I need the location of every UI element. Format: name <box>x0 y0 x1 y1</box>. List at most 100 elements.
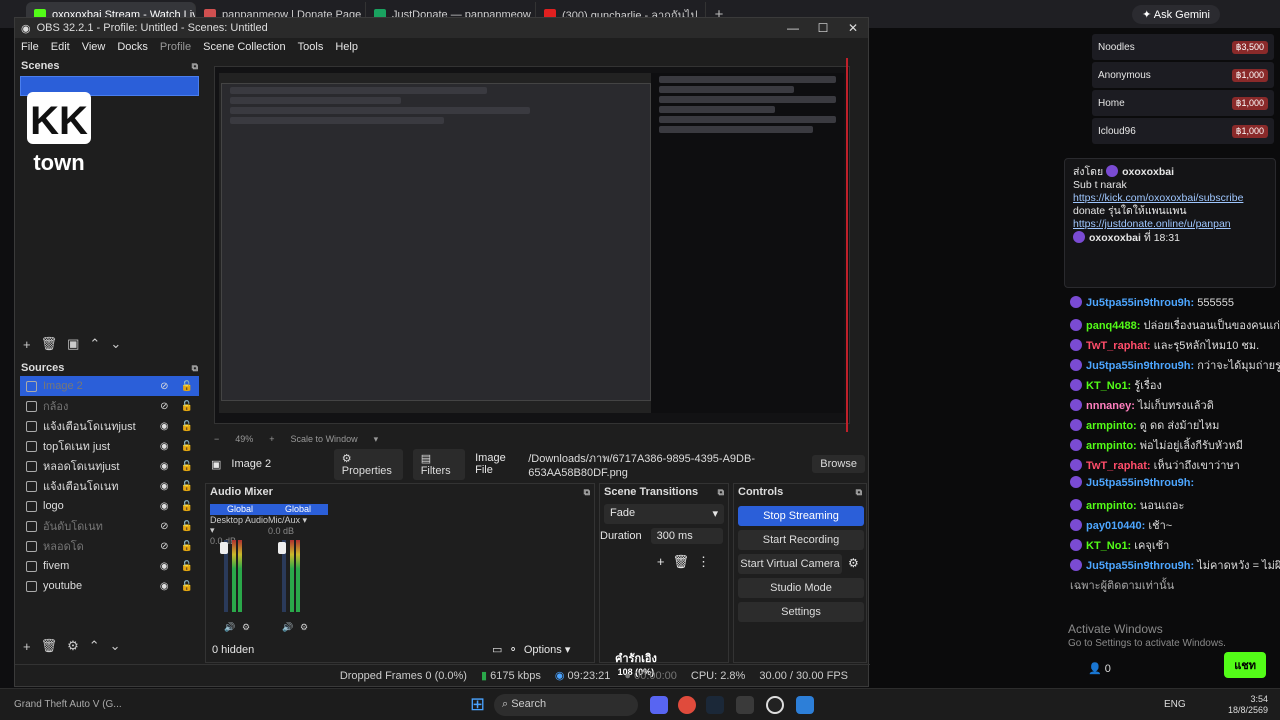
lock-icon[interactable]: 🔓 <box>181 581 193 592</box>
gear-icon[interactable]: ⚙ <box>67 638 79 654</box>
lock-icon[interactable]: 🔓 <box>181 561 193 572</box>
source-item[interactable]: fivem ◉ 🔓 <box>20 556 199 576</box>
trash-icon[interactable]: 🗑 <box>41 638 58 654</box>
properties-button[interactable]: ⚙ Properties <box>333 448 403 480</box>
lock-icon[interactable]: 🔓 <box>181 541 193 552</box>
lock-icon[interactable]: 🔓 <box>181 481 193 492</box>
volume-slider[interactable] <box>220 542 228 554</box>
visibility-eye-icon[interactable]: ⊘ <box>160 381 168 392</box>
maximize-icon[interactable]: ☐ <box>808 21 838 35</box>
undock-icon[interactable]: ⧉ <box>584 487 590 498</box>
discord-icon[interactable] <box>650 695 668 714</box>
menu-profile[interactable]: Profile <box>160 41 191 53</box>
steam-icon[interactable] <box>706 695 724 714</box>
undock-icon[interactable]: ⧉ <box>856 487 862 498</box>
move-down-icon[interactable]: ⌄ <box>110 638 121 654</box>
source-item[interactable]: logo ◉ 🔓 <box>20 496 199 516</box>
source-item[interactable]: แจ้งเตือนโดเนท ◉ 🔓 <box>20 476 199 496</box>
chat-send-button[interactable]: แชท <box>1224 652 1266 678</box>
pinned-link[interactable]: https://justdonate.online/u/panpan <box>1073 218 1267 231</box>
zoom-in-icon[interactable]: + <box>269 434 274 445</box>
menu-file[interactable]: File <box>21 41 39 53</box>
duration-input[interactable]: 300 ms <box>650 528 723 544</box>
gear-icon[interactable]: ⚙ <box>242 622 250 633</box>
windows-start-icon[interactable]: ⊞ <box>470 694 485 715</box>
app-icon[interactable] <box>736 695 754 714</box>
source-item[interactable]: topโดเนท just ◉ 🔓 <box>20 436 199 456</box>
lock-icon[interactable]: 🔓 <box>181 521 193 532</box>
browse-button[interactable]: Browse <box>812 455 865 473</box>
chat-username[interactable]: Ju5tpa55in9throu9h: <box>1086 560 1194 572</box>
filter-icon[interactable]: ▣ <box>67 336 79 352</box>
visibility-eye-icon[interactable]: ◉ <box>160 461 169 472</box>
source-item[interactable]: อันดับโดเนท ⊘ 🔓 <box>20 516 199 536</box>
studio-mode-button[interactable]: Studio Mode <box>738 578 864 598</box>
stop-streaming-button[interactable]: Stop Streaming <box>738 506 864 526</box>
chat-username[interactable]: nnnaney: <box>1086 400 1135 412</box>
zoom-out-icon[interactable]: − <box>214 434 219 445</box>
taskbar-game-title[interactable]: Grand Theft Auto V (G... <box>14 699 122 710</box>
obs-taskbar-icon[interactable] <box>766 695 784 714</box>
ask-gemini-button[interactable]: ✦ Ask Gemini <box>1132 5 1220 24</box>
speaker-icon[interactable]: 🔊 <box>282 622 293 633</box>
channel-name[interactable]: Desktop Audio ▾ <box>210 515 270 536</box>
gear-icon[interactable]: ⚙ <box>848 556 859 570</box>
start-virtual-camera-button[interactable]: Start Virtual Camera <box>738 554 842 574</box>
source-item[interactable]: กล้อง ⊘ 🔓 <box>20 396 199 416</box>
menu-help[interactable]: Help <box>335 41 358 53</box>
menu-tools[interactable]: Tools <box>298 41 324 53</box>
source-item[interactable]: หลอดโด ⊘ 🔓 <box>20 536 199 556</box>
lock-icon[interactable]: 🔓 <box>181 401 193 412</box>
chat-username[interactable]: panq4488: <box>1086 320 1140 332</box>
notepad-icon[interactable] <box>796 695 814 714</box>
chat-username[interactable]: Ju5tpa55in9throu9h: <box>1086 297 1194 309</box>
source-item[interactable]: Image 2 ⊘ 🔓 <box>20 376 199 396</box>
visibility-eye-icon[interactable]: ◉ <box>160 561 169 572</box>
chat-username[interactable]: armpinto: <box>1086 420 1137 432</box>
start-recording-button[interactable]: Start Recording <box>738 530 864 550</box>
visibility-eye-icon[interactable]: ◉ <box>160 481 169 492</box>
mixer-options-button[interactable]: ▭ ⚬ Options ▾ <box>492 643 570 656</box>
undock-icon[interactable]: ⧉ <box>192 363 198 374</box>
scale-mode-select[interactable]: Scale to Window <box>291 434 358 445</box>
undock-icon[interactable]: ⧉ <box>718 487 724 498</box>
speaker-icon[interactable]: 🔊 <box>224 622 235 633</box>
menu-scene-collection[interactable]: Scene Collection <box>203 41 286 53</box>
chrome-icon[interactable] <box>678 695 696 714</box>
filters-button[interactable]: ▤ Filters <box>412 448 466 480</box>
visibility-eye-icon[interactable]: ◉ <box>160 581 169 592</box>
chat-username[interactable]: TwT_raphat: <box>1086 460 1151 472</box>
close-icon[interactable]: ✕ <box>838 21 868 35</box>
undock-icon[interactable]: ⧉ <box>192 61 198 72</box>
visibility-eye-icon[interactable]: ◉ <box>160 501 169 512</box>
add-icon[interactable]: + <box>23 639 31 654</box>
chevron-down-icon[interactable]: ▾ <box>374 434 379 445</box>
move-up-icon[interactable]: ⌃ <box>89 638 100 654</box>
chat-username[interactable]: armpinto: <box>1086 500 1137 512</box>
menu-view[interactable]: View <box>82 41 106 53</box>
visibility-eye-icon[interactable]: ◉ <box>160 441 169 452</box>
source-item[interactable]: หลอดโดเนทjust ◉ 🔓 <box>20 456 199 476</box>
chat-username[interactable]: KT_No1: <box>1086 540 1131 552</box>
source-item[interactable]: แจ้งเตือนโดเนทjust ◉ 🔓 <box>20 416 199 436</box>
menu-docks[interactable]: Docks <box>117 41 148 53</box>
move-up-icon[interactable]: ⌃ <box>89 336 100 352</box>
add-icon[interactable]: + <box>657 554 673 569</box>
chat-username[interactable]: KT_No1: <box>1086 380 1131 392</box>
gear-icon[interactable]: ⚙ <box>300 622 308 633</box>
visibility-eye-icon[interactable]: ◉ <box>160 421 169 432</box>
lock-icon[interactable]: 🔓 <box>181 461 193 472</box>
obs-preview-canvas[interactable] <box>214 66 850 424</box>
lock-icon[interactable]: 🔓 <box>181 501 193 512</box>
settings-button[interactable]: Settings <box>738 602 864 622</box>
chat-username[interactable]: Ju5tpa55in9throu9h: <box>1086 360 1194 372</box>
volume-slider[interactable] <box>278 542 286 554</box>
move-down-icon[interactable]: ⌄ <box>110 336 121 352</box>
trash-icon[interactable]: 🗑 <box>41 336 58 352</box>
menu-edit[interactable]: Edit <box>51 41 70 53</box>
taskbar-search[interactable]: ⌕ Search <box>494 693 638 716</box>
taskbar-clock[interactable]: 3:54 18/8/2569 <box>1228 694 1268 716</box>
transition-select[interactable]: Fade ▾ <box>604 504 724 524</box>
chat-username[interactable]: pay010440: <box>1086 520 1145 532</box>
lock-icon[interactable]: 🔓 <box>181 441 193 452</box>
